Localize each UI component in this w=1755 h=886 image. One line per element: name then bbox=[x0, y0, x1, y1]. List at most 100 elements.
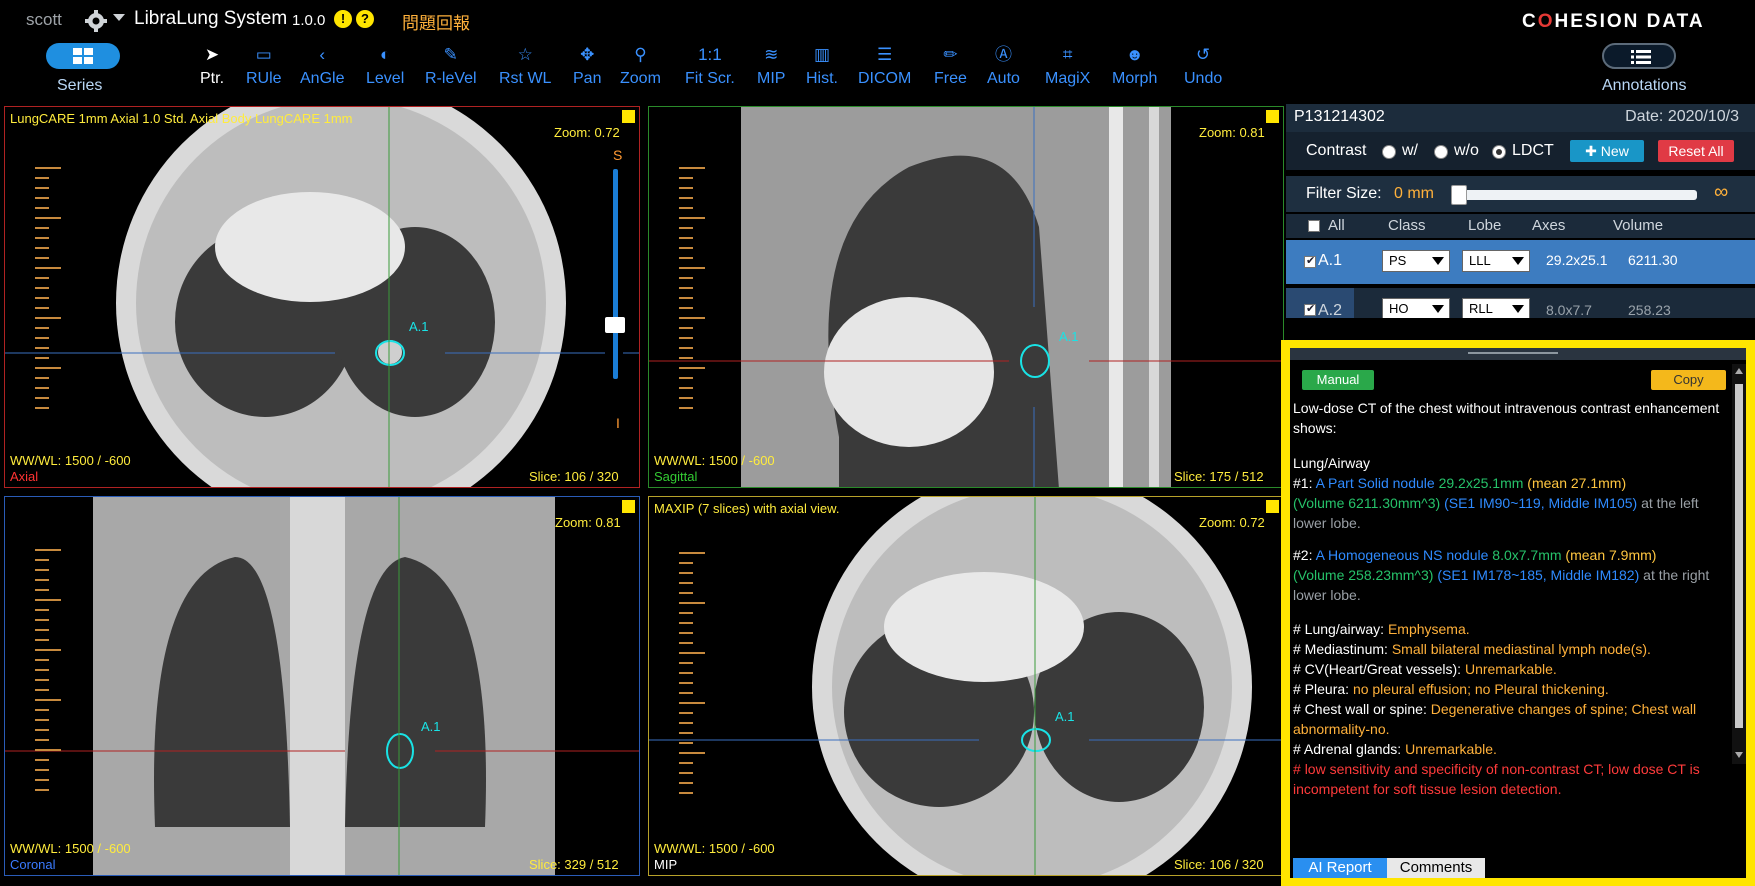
tool-pan[interactable]: ✥ Pan bbox=[573, 44, 601, 88]
ruler-tick bbox=[679, 377, 693, 379]
tool-free[interactable]: ✏ Free bbox=[934, 44, 967, 88]
findings-list: # Lung/airway: Emphysema. # Mediastinum:… bbox=[1293, 619, 1729, 799]
scroll-up-icon[interactable] bbox=[1735, 368, 1743, 374]
chevron-down-icon bbox=[1432, 305, 1444, 313]
tool-level[interactable]: ◐ Level bbox=[366, 44, 404, 88]
viewport-axial[interactable]: LungCARE 1mm Axial 1.0 Std. Axial Body L… bbox=[4, 106, 640, 488]
zoom-level: Zoom: 0.72 bbox=[554, 125, 620, 140]
ruler-tick bbox=[679, 337, 693, 339]
company-logo: COHESION DATA bbox=[1522, 11, 1705, 32]
viewport-sagittal[interactable]: Zoom: 0.81 A.1 WW/WL: 1500 / -600 Sagitt… bbox=[648, 106, 1284, 488]
copy-button[interactable]: Copy bbox=[1651, 370, 1726, 390]
tab-comments[interactable]: Comments bbox=[1387, 858, 1485, 878]
viewport-mip[interactable]: MAXIP (7 slices) with axial view. Zoom: … bbox=[648, 496, 1284, 876]
tool-ruler[interactable]: ▭ RUle bbox=[246, 44, 282, 88]
ruler-tick bbox=[679, 317, 705, 319]
tool-morph[interactable]: ☻ Morph bbox=[1112, 44, 1157, 88]
ruler-tick bbox=[35, 407, 49, 409]
class-select[interactable]: PS bbox=[1382, 250, 1450, 272]
chevron-down-icon bbox=[1432, 257, 1444, 265]
tab-ai-report[interactable]: AI Report bbox=[1293, 858, 1387, 878]
scroll-down-icon[interactable] bbox=[1735, 752, 1743, 758]
study-date: Date: 2020/10/3 bbox=[1625, 108, 1739, 125]
info-icon[interactable]: ! bbox=[334, 10, 352, 28]
nodule-label[interactable]: A.1 bbox=[421, 719, 441, 734]
ruler-tick bbox=[35, 559, 49, 561]
row-checkbox[interactable] bbox=[1304, 302, 1316, 316]
viewport-marker[interactable] bbox=[1266, 110, 1279, 123]
tool-auto[interactable]: Ⓐ Auto bbox=[987, 44, 1020, 88]
tool-magix[interactable]: ⌗ MagiX bbox=[1045, 44, 1090, 88]
series-label[interactable]: Series bbox=[57, 77, 102, 95]
tool-reset-wl[interactable]: ☆ Rst WL bbox=[499, 44, 551, 88]
lobe-select[interactable]: LLL bbox=[1462, 250, 1530, 272]
contrast-radio-without[interactable] bbox=[1434, 145, 1448, 159]
filter-size-slider-handle[interactable] bbox=[1451, 185, 1467, 205]
ruler-tick bbox=[35, 307, 49, 309]
ruler-tick bbox=[679, 397, 693, 399]
help-icon[interactable]: ? bbox=[356, 10, 374, 28]
ruler-tick bbox=[35, 659, 49, 661]
column-axes: Axes bbox=[1532, 217, 1566, 234]
tool-pointer[interactable]: ➤ Ptr. bbox=[200, 44, 224, 88]
viewport-marker[interactable] bbox=[1266, 500, 1279, 513]
ruler-tick bbox=[679, 672, 693, 674]
ruler-tick bbox=[35, 639, 49, 641]
sagittal-ct-image bbox=[649, 107, 1283, 487]
report-scrollbar[interactable] bbox=[1732, 364, 1746, 764]
table-row[interactable]: A.2 HO RLL 8.0x7.7 258.23 bbox=[1286, 288, 1755, 318]
drag-handle[interactable] bbox=[1468, 352, 1558, 354]
nodule-label[interactable]: A.1 bbox=[1059, 329, 1079, 344]
tool-angle[interactable]: ‹ AnGle bbox=[300, 44, 344, 88]
new-annotation-button[interactable]: ✚ New bbox=[1570, 140, 1644, 162]
patient-header: P131214302 Date: 2020/10/3 bbox=[1286, 104, 1755, 132]
tool-fit-screen[interactable]: 1:1 Fit Scr. bbox=[685, 44, 735, 88]
ruler-tick bbox=[679, 227, 693, 229]
ruler-tick bbox=[679, 592, 693, 594]
nodule-label[interactable]: A.1 bbox=[1055, 709, 1075, 724]
tool-dicom[interactable]: ☰ DICOM bbox=[858, 44, 911, 88]
ruler-tick bbox=[35, 207, 49, 209]
gear-icon[interactable] bbox=[84, 9, 108, 33]
ruler-tick bbox=[679, 247, 693, 249]
window-level: WW/WL: 1500 / -600 bbox=[654, 841, 775, 856]
series-button[interactable] bbox=[46, 43, 120, 69]
filter-size-slider[interactable] bbox=[1451, 190, 1697, 200]
ruler-tick bbox=[679, 772, 693, 774]
contrast-radio-ldct[interactable] bbox=[1492, 145, 1506, 159]
username[interactable]: scott bbox=[26, 10, 62, 30]
column-class: Class bbox=[1388, 217, 1426, 234]
ruler-tick bbox=[35, 347, 49, 349]
report-resize-bar[interactable] bbox=[1290, 348, 1746, 360]
contrast-radio-with[interactable] bbox=[1382, 145, 1396, 159]
ruler-tick bbox=[679, 602, 705, 604]
reset-all-button[interactable]: Reset All bbox=[1658, 140, 1734, 162]
row-id: A.2 bbox=[1318, 302, 1343, 318]
annotations-label[interactable]: Annotations bbox=[1602, 77, 1687, 95]
annotations-button[interactable] bbox=[1602, 43, 1676, 69]
nodule-label[interactable]: A.1 bbox=[409, 319, 429, 334]
scroll-thumb[interactable] bbox=[1735, 384, 1743, 728]
viewport-marker[interactable] bbox=[622, 110, 635, 123]
view-name: Coronal bbox=[10, 857, 56, 872]
zoom-icon: ⚲ bbox=[634, 45, 647, 64]
tool-zoom[interactable]: ⚲ Zoom bbox=[620, 44, 661, 88]
table-row[interactable]: A.1 PS LLL 29.2x25.1 6211.30 bbox=[1286, 240, 1755, 284]
class-select[interactable]: HO bbox=[1382, 298, 1450, 318]
viewport-coronal[interactable]: Zoom: 0.81 A.1 WW/WL: 1500 / -600 Corona… bbox=[4, 496, 640, 876]
tool-mip[interactable]: ≋ MIP bbox=[757, 44, 785, 88]
ruler-tick bbox=[35, 679, 49, 681]
tool-histogram[interactable]: ▥ Hist. bbox=[806, 44, 838, 88]
ruler-tick bbox=[35, 197, 49, 199]
lobe-select[interactable]: RLL bbox=[1462, 298, 1530, 318]
ruler-tick bbox=[35, 579, 49, 581]
tool-undo[interactable]: ↺ Undo bbox=[1184, 44, 1222, 88]
row-checkbox[interactable] bbox=[1304, 254, 1316, 268]
report-issue-link[interactable]: 問題回報 bbox=[402, 9, 470, 34]
ruler-tick bbox=[679, 177, 693, 179]
tool-r-level[interactable]: ✎ R-leVel bbox=[425, 44, 477, 88]
user-menu-chevron-down-icon[interactable] bbox=[113, 14, 125, 21]
manual-button[interactable]: Manual bbox=[1302, 370, 1374, 390]
select-all-checkbox[interactable] bbox=[1308, 220, 1320, 232]
viewport-marker[interactable] bbox=[622, 500, 635, 513]
